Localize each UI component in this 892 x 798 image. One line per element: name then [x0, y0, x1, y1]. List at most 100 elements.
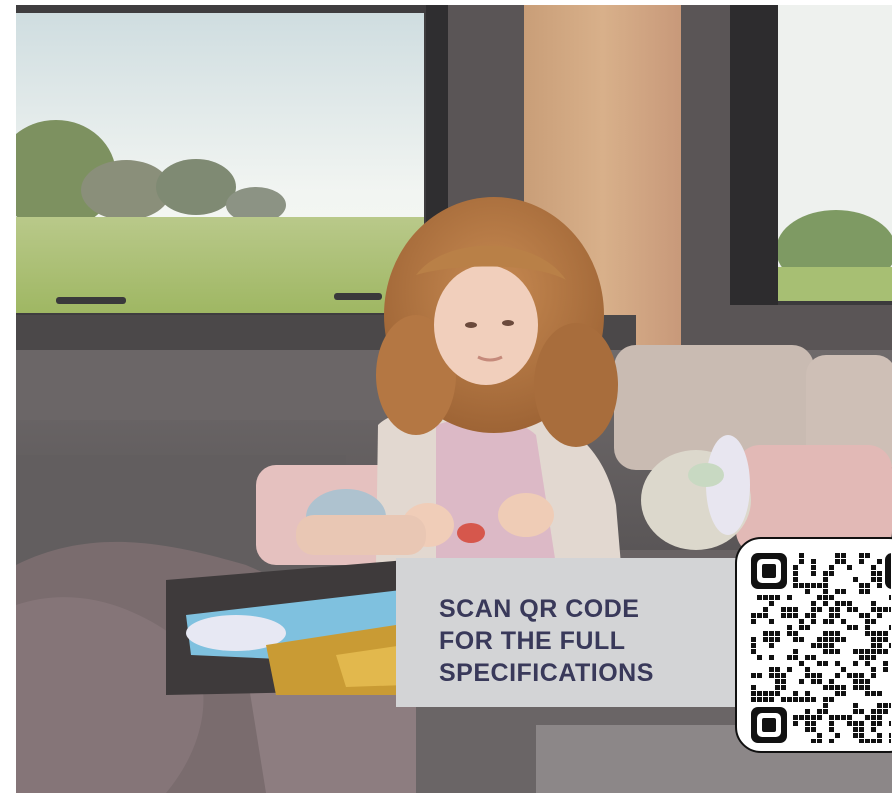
qr-module: [865, 661, 870, 666]
qr-module: [829, 721, 834, 726]
qr-module: [823, 631, 828, 636]
qr-module: [811, 607, 816, 612]
qr-module: [835, 685, 840, 690]
qr-module: [793, 697, 798, 702]
qr-module: [811, 583, 816, 588]
qr-module: [811, 559, 816, 564]
qr-module: [877, 709, 882, 714]
qr-module: [757, 691, 762, 696]
qr-module: [811, 721, 816, 726]
qr-module: [793, 607, 798, 612]
qr-code-icon: [751, 553, 891, 743]
qr-module: [811, 643, 816, 648]
qr-module: [751, 685, 756, 690]
qr-module: [787, 631, 792, 636]
qr-module: [811, 571, 816, 576]
qr-module: [871, 565, 876, 570]
qr-module: [805, 709, 810, 714]
qr-module: [883, 637, 888, 642]
qr-module: [823, 577, 828, 582]
qr-module: [823, 697, 828, 702]
qr-module: [877, 607, 882, 612]
qr-module: [805, 673, 810, 678]
qr-module: [865, 715, 870, 720]
qr-module: [877, 637, 882, 642]
qr-module: [781, 697, 786, 702]
qr-module: [883, 607, 888, 612]
qr-module: [847, 601, 852, 606]
qr-module: [823, 709, 828, 714]
qr-module: [871, 721, 876, 726]
qr-code[interactable]: [735, 537, 892, 753]
qr-module: [775, 685, 780, 690]
qr-module: [859, 613, 864, 618]
qr-module: [865, 649, 870, 654]
qr-module: [811, 655, 816, 660]
qr-module: [775, 631, 780, 636]
qr-module: [835, 601, 840, 606]
qr-module: [757, 697, 762, 702]
qr-module: [835, 733, 840, 738]
qr-module: [805, 721, 810, 726]
qr-module: [859, 733, 864, 738]
qr-module: [835, 715, 840, 720]
qr-module: [889, 607, 891, 612]
qr-module: [871, 673, 876, 678]
qr-module: [829, 643, 834, 648]
qr-module: [835, 637, 840, 642]
qr-module: [877, 577, 882, 582]
cta-panel: SCAN QR CODE FOR THE FULL SPECIFICATIONS: [396, 558, 746, 707]
qr-module: [817, 715, 822, 720]
qr-module: [787, 595, 792, 600]
qr-module: [769, 643, 774, 648]
qr-module: [823, 571, 828, 576]
qr-module: [859, 679, 864, 684]
qr-module: [811, 739, 816, 743]
qr-module: [769, 697, 774, 702]
qr-module: [841, 559, 846, 564]
qr-module: [865, 553, 870, 558]
qr-module: [829, 595, 834, 600]
qr-module: [805, 667, 810, 672]
qr-module: [871, 667, 876, 672]
qr-module: [853, 673, 858, 678]
qr-module: [781, 613, 786, 618]
qr-module: [775, 673, 780, 678]
qr-module: [823, 601, 828, 606]
qr-module: [871, 709, 876, 714]
qr-module: [877, 613, 882, 618]
qr-module: [763, 607, 768, 612]
qr-module: [811, 565, 816, 570]
qr-module: [841, 619, 846, 624]
cta-line: SCAN QR CODE: [439, 595, 640, 623]
qr-module: [889, 739, 891, 743]
qr-module: [805, 655, 810, 660]
qr-module: [763, 595, 768, 600]
qr-module: [889, 643, 891, 648]
qr-module: [811, 613, 816, 618]
qr-module: [823, 685, 828, 690]
qr-module: [853, 703, 858, 708]
qr-module: [799, 583, 804, 588]
qr-module: [829, 727, 834, 732]
qr-module: [751, 619, 756, 624]
qr-module: [799, 625, 804, 630]
qr-module: [859, 655, 864, 660]
qr-module: [763, 631, 768, 636]
qr-module: [829, 619, 834, 624]
qr-module: [817, 643, 822, 648]
qr-module: [811, 601, 816, 606]
cta-line: SPECIFICATIONS: [439, 659, 654, 687]
qr-module: [751, 613, 756, 618]
qr-module: [787, 655, 792, 660]
qr-module: [859, 583, 864, 588]
qr-module: [769, 619, 774, 624]
qr-module: [793, 571, 798, 576]
qr-module: [811, 697, 816, 702]
qr-module: [781, 679, 786, 684]
qr-module: [757, 595, 762, 600]
qr-module: [841, 589, 846, 594]
qr-module: [781, 685, 786, 690]
qr-module: [877, 703, 882, 708]
qr-module: [889, 703, 891, 708]
